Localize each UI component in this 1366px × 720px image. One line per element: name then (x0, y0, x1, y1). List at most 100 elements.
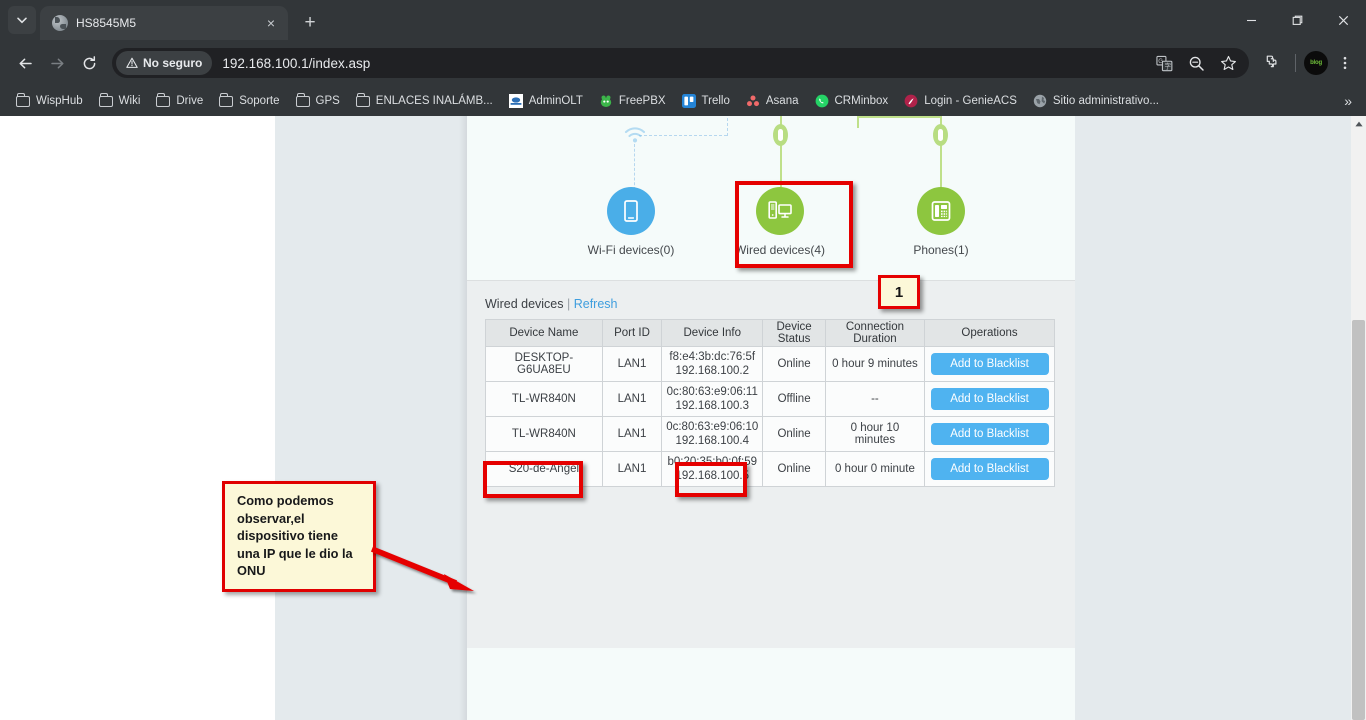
panel-separator: | (567, 297, 570, 311)
table-header: Device Name Port ID Device Info Device S… (486, 320, 1055, 347)
wifi-link-horizontal (639, 135, 727, 136)
scrollbar-up-arrow[interactable] (1351, 116, 1366, 131)
table-row: TL-WR840N LAN1 0c:80:63:e9:06:10 192.168… (486, 417, 1055, 452)
phone-connector-plug (933, 124, 948, 146)
browser-toolbar-actions: blog (1257, 48, 1360, 78)
toolbar-divider (1295, 54, 1296, 72)
minimize-icon[interactable] (1228, 0, 1274, 40)
bookmark-genieacs[interactable]: Login - GenieACS (896, 90, 1025, 112)
navigation-toolbar: No seguro 192.168.100.1/index.asp G 字 (0, 40, 1366, 86)
cell-port-id: LAN1 (602, 452, 661, 487)
cell-device-status: Offline (763, 382, 826, 417)
cell-device-status: Online (763, 347, 826, 382)
maximize-icon[interactable] (1274, 0, 1320, 40)
bookmarks-overflow-button[interactable]: » (1338, 93, 1358, 109)
cell-operations: Add to Blacklist (925, 347, 1055, 382)
add-to-blacklist-button[interactable]: Add to Blacklist (931, 458, 1049, 480)
bookmark-trello[interactable]: Trello (674, 90, 738, 112)
page-scrollbar[interactable] (1351, 116, 1366, 720)
avatar[interactable]: blog (1304, 51, 1328, 75)
warning-triangle-icon (126, 57, 138, 69)
cell-connection-duration: -- (825, 382, 924, 417)
add-to-blacklist-button[interactable]: Add to Blacklist (931, 353, 1049, 375)
star-icon[interactable] (1213, 48, 1243, 78)
bookmark-wiki[interactable]: Wiki (91, 90, 149, 112)
bookmark-enlaces-inalambricos[interactable]: ENLACES INALÁMB... (348, 90, 501, 112)
window-controls (1228, 0, 1366, 40)
bookmark-label: WispHub (36, 95, 83, 107)
panel-title: Wired devices (485, 297, 564, 311)
tablet-icon (607, 187, 655, 235)
address-bar[interactable]: No seguro 192.168.100.1/index.asp G 字 (112, 48, 1249, 78)
cell-port-id: LAN1 (602, 417, 661, 452)
cell-ip-address: 192.168.100.3 (666, 399, 758, 413)
folder-icon (16, 96, 30, 107)
chevron-down-icon (16, 14, 28, 26)
browser-tab[interactable]: HS8545M5 × (40, 6, 288, 40)
cell-device-info: f8:e4:3b:dc:76:5f 192.168.100.2 (662, 347, 763, 382)
cell-operations: Add to Blacklist (925, 417, 1055, 452)
bookmark-gps[interactable]: GPS (288, 90, 348, 112)
scrollbar-thumb[interactable] (1352, 320, 1365, 720)
globe-icon (52, 15, 68, 31)
table-row: TL-WR840N LAN1 0c:80:63:e9:06:11 192.168… (486, 382, 1055, 417)
cell-mac-address: f8:e4:3b:dc:76:5f (666, 350, 758, 364)
translate-icon[interactable]: G 字 (1149, 48, 1179, 78)
svg-text:字: 字 (1164, 61, 1171, 70)
cell-connection-duration: 0 hour 0 minute (825, 452, 924, 487)
url-text: 192.168.100.1/index.asp (222, 56, 370, 71)
bookmark-wisphub[interactable]: WispHub (8, 90, 91, 112)
column-operations: Operations (925, 320, 1055, 347)
security-status-chip[interactable]: No seguro (116, 51, 212, 75)
folder-icon (356, 96, 370, 107)
new-tab-button[interactable]: + (296, 8, 324, 36)
content-left-shadow (459, 116, 467, 720)
close-icon[interactable]: × (262, 14, 280, 32)
puzzle-piece-icon[interactable] (1257, 48, 1287, 78)
freepbx-icon (599, 94, 613, 108)
topology-node-phones[interactable]: Phones(1) (866, 187, 1016, 257)
refresh-link[interactable]: Refresh (574, 297, 618, 311)
bookmark-label: Trello (702, 95, 730, 107)
phone-link-horizontal (857, 116, 941, 118)
bookmarks-bar: WispHub Wiki Drive Soporte GPS ENLACES I… (0, 86, 1366, 116)
add-to-blacklist-button[interactable]: Add to Blacklist (931, 388, 1049, 410)
bookmark-freepbx[interactable]: FreePBX (591, 90, 674, 112)
genieacs-icon (904, 94, 918, 108)
phone-link-riser (857, 116, 859, 128)
bookmark-sitio-administrativo[interactable]: Sitio administrativo... (1025, 90, 1167, 112)
wifi-link-riser (727, 118, 728, 136)
folder-icon (156, 96, 170, 107)
close-window-icon[interactable] (1320, 0, 1366, 40)
cell-operations: Add to Blacklist (925, 452, 1055, 487)
forward-button[interactable] (42, 48, 72, 78)
bookmark-crminbox[interactable]: CRMinbox (807, 90, 897, 112)
bookmark-label: Sitio administrativo... (1053, 95, 1159, 107)
back-button[interactable] (10, 48, 40, 78)
three-dot-menu-icon[interactable] (1330, 48, 1360, 78)
panel-header: Wired devices | Refresh (467, 281, 1075, 319)
browser-window: HS8545M5 × + (0, 0, 1366, 720)
cell-ip-address: 192.168.100.2 (666, 364, 758, 378)
tab-search-button[interactable] (8, 6, 36, 34)
cell-port-id: LAN1 (602, 347, 661, 382)
add-to-blacklist-button[interactable]: Add to Blacklist (931, 423, 1049, 445)
bookmark-soporte[interactable]: Soporte (211, 90, 287, 112)
bookmark-adminolt[interactable]: AdminOLT (501, 90, 591, 112)
bookmark-label: AdminOLT (529, 95, 583, 107)
reload-button[interactable] (74, 48, 104, 78)
topology-node-wifi-devices[interactable]: Wi-Fi devices(0) (556, 187, 706, 257)
folder-icon (219, 96, 233, 107)
highlight-box-device-name-cell (483, 461, 583, 498)
asana-icon (746, 94, 760, 108)
cell-device-status: Online (763, 417, 826, 452)
adminolt-icon (509, 94, 523, 108)
desk-phone-icon (917, 187, 965, 235)
wifi-signal-icon (622, 122, 648, 148)
bookmark-label: Login - GenieACS (924, 95, 1017, 107)
bookmark-asana[interactable]: Asana (738, 90, 807, 112)
wifi-link-drop (634, 144, 635, 190)
bookmark-label: FreePBX (619, 95, 666, 107)
bookmark-drive[interactable]: Drive (148, 90, 211, 112)
zoom-search-icon[interactable] (1181, 48, 1211, 78)
